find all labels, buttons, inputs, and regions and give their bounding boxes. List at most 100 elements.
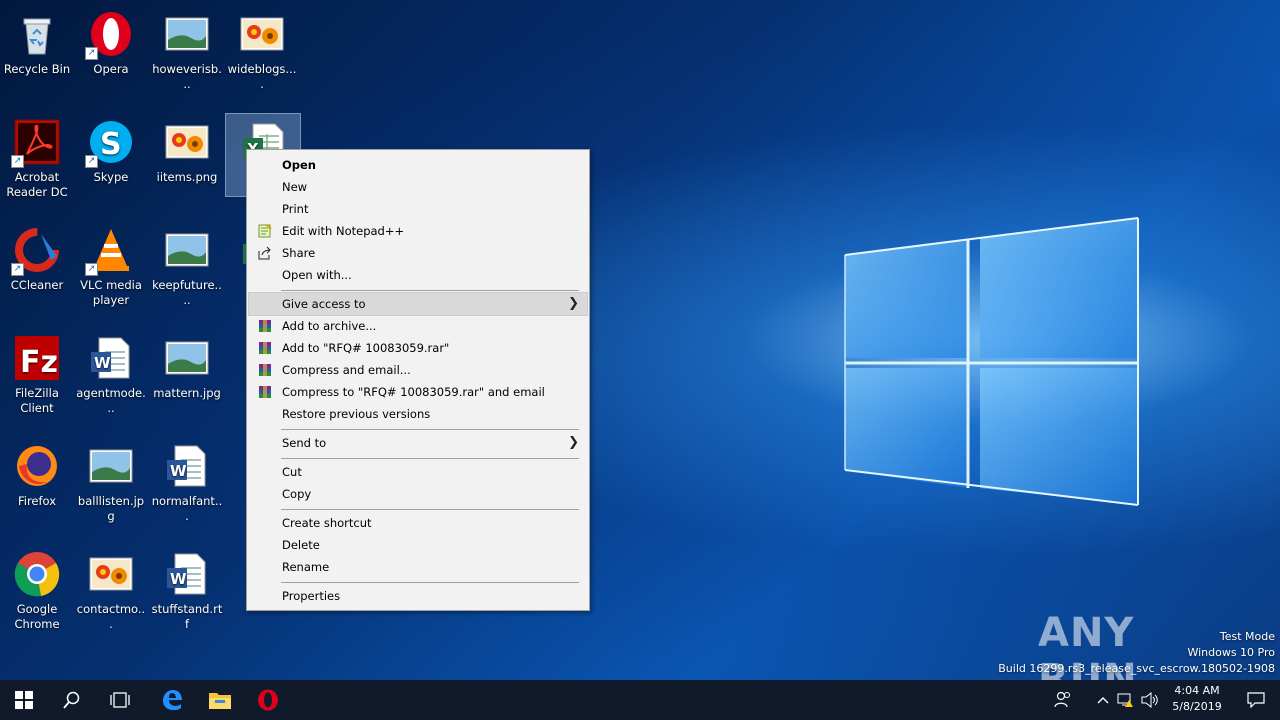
desktop-icon-ccleaner[interactable]: ↗ CCleaner bbox=[0, 220, 74, 293]
clock-date: 5/8/2019 bbox=[1172, 700, 1222, 713]
desktop-icon-label: Acrobat Reader DC bbox=[6, 170, 68, 199]
menu-item-edit-notepadpp[interactable]: Edit with Notepad++ bbox=[249, 220, 587, 242]
menu-item-label: Open bbox=[282, 158, 316, 172]
desktop-icon-firefox[interactable]: Firefox bbox=[0, 436, 74, 509]
taskbar-file-explorer[interactable] bbox=[196, 680, 244, 720]
image-file-icon bbox=[238, 10, 286, 58]
edge-icon bbox=[163, 690, 182, 710]
desktop-icon-label: Recycle Bin bbox=[3, 62, 71, 76]
menu-item-cut[interactable]: Cut bbox=[249, 461, 587, 483]
desktop-icon-label: Opera bbox=[93, 62, 129, 76]
winrar-icon bbox=[259, 386, 271, 398]
image-file-icon bbox=[87, 550, 135, 598]
search-icon bbox=[63, 691, 80, 709]
menu-item-copy[interactable]: Copy bbox=[249, 483, 587, 505]
volume-button[interactable] bbox=[1138, 680, 1162, 720]
network-status[interactable] bbox=[1114, 680, 1138, 720]
menu-item-properties[interactable]: Properties bbox=[249, 585, 587, 607]
desktop-icon-skype[interactable]: S ↗ Skype bbox=[74, 112, 148, 185]
menu-separator bbox=[281, 509, 579, 510]
menu-item-create-shortcut[interactable]: Create shortcut bbox=[249, 512, 587, 534]
desktop-icon-howeverisb[interactable]: howeverisb... bbox=[150, 4, 224, 92]
windows-edition-text: Windows 10 Pro bbox=[1187, 646, 1275, 659]
chevron-right-icon: ❯ bbox=[568, 296, 579, 311]
desktop-icon-label: Firefox bbox=[17, 494, 57, 508]
desktop-icon-label: wideblogs.... bbox=[227, 62, 297, 91]
menu-item-open[interactable]: Open bbox=[249, 154, 587, 176]
menu-item-label: Compress and email... bbox=[282, 363, 411, 377]
volume-icon bbox=[1141, 692, 1158, 708]
desktop-icon-iitems[interactable]: iitems.png bbox=[150, 112, 224, 185]
desktop-icon-label: Google Chrome bbox=[14, 602, 60, 631]
word-file-icon: W bbox=[87, 334, 135, 382]
desktop-icon-balllisten[interactable]: balllisten.jpg bbox=[74, 436, 148, 524]
shortcut-arrow-icon: ↗ bbox=[85, 47, 98, 60]
desktop-icon-label: balllisten.jpg bbox=[77, 494, 145, 523]
people-button[interactable] bbox=[1043, 680, 1083, 720]
menu-item-add-to-archive[interactable]: Add to archive... bbox=[249, 315, 587, 337]
menu-item-send-to[interactable]: Send to ❯ bbox=[249, 432, 587, 454]
desktop-icon-contactmo[interactable]: contactmo... bbox=[74, 544, 148, 632]
skype-icon: S ↗ bbox=[85, 118, 135, 168]
ccleaner-icon: ↗ bbox=[11, 226, 61, 276]
desktop-icon-wideblogs[interactable]: wideblogs.... bbox=[225, 4, 299, 92]
opera-icon bbox=[258, 689, 278, 711]
chevron-up-icon bbox=[1097, 697, 1109, 704]
menu-item-label: Delete bbox=[282, 538, 320, 552]
menu-item-label: Share bbox=[282, 246, 316, 260]
taskbar-edge[interactable] bbox=[148, 680, 196, 720]
desktop-icon-stuffstand[interactable]: W stuffstand.rtf bbox=[150, 544, 224, 632]
notification-icon bbox=[1247, 692, 1265, 708]
desktop[interactable]: Recycle Bin ↗ Acrobat Reader DC ↗ CClean… bbox=[0, 0, 1280, 680]
menu-item-add-to-rar[interactable]: Add to "RFQ# 10083059.rar" bbox=[249, 337, 587, 359]
opera-icon: ↗ bbox=[85, 10, 135, 60]
search-button[interactable] bbox=[48, 680, 96, 720]
taskbar: 4:04 AM 5/8/2019 bbox=[0, 680, 1280, 720]
desktop-icon-label: Skype bbox=[93, 170, 129, 184]
desktop-icon-acrobat[interactable]: ↗ Acrobat Reader DC bbox=[0, 112, 74, 200]
desktop-icon-agentmode[interactable]: W agentmode... bbox=[74, 328, 148, 416]
menu-item-compress-to-rar-email[interactable]: Compress to "RFQ# 10083059.rar" and emai… bbox=[249, 381, 587, 403]
desktop-icon-keepfuture[interactable]: keepfuture.... bbox=[150, 220, 224, 308]
menu-item-restore-previous-versions[interactable]: Restore previous versions bbox=[249, 403, 587, 425]
context-menu: Open New Print Edit with Notepad++ Share… bbox=[246, 149, 590, 611]
notepadpp-icon bbox=[258, 224, 272, 238]
chevron-right-icon: ❯ bbox=[568, 435, 579, 450]
menu-item-print[interactable]: Print bbox=[249, 198, 587, 220]
desktop-icon-label: VLC media player bbox=[80, 278, 142, 307]
desktop-icon-label: CCleaner bbox=[10, 278, 64, 292]
desktop-icon-vlc[interactable]: ↗ VLC media player bbox=[74, 220, 148, 308]
action-center-button[interactable] bbox=[1232, 680, 1280, 720]
taskbar-opera[interactable] bbox=[244, 680, 292, 720]
desktop-icon-chrome[interactable]: Google Chrome bbox=[0, 544, 74, 632]
start-button[interactable] bbox=[0, 680, 48, 720]
svg-text:S: S bbox=[100, 127, 122, 162]
test-mode-text: Test Mode bbox=[1219, 630, 1275, 643]
svg-text:W: W bbox=[170, 462, 187, 480]
menu-item-label: Add to "RFQ# 10083059.rar" bbox=[282, 341, 450, 355]
task-view-icon bbox=[110, 692, 130, 708]
desktop-icon-filezilla[interactable]: Fz FileZilla Client bbox=[0, 328, 74, 416]
windows-start-icon bbox=[15, 691, 33, 709]
svg-text:W: W bbox=[94, 354, 111, 372]
desktop-icon-recycle-bin[interactable]: Recycle Bin bbox=[0, 4, 74, 77]
desktop-icon-normalfant[interactable]: W normalfant... bbox=[150, 436, 224, 524]
menu-item-open-with[interactable]: Open with... bbox=[249, 264, 587, 286]
menu-item-new[interactable]: New bbox=[249, 176, 587, 198]
menu-item-give-access-to[interactable]: Give access to ❯ bbox=[248, 292, 588, 316]
menu-item-delete[interactable]: Delete bbox=[249, 534, 587, 556]
menu-separator bbox=[281, 429, 579, 430]
menu-item-share[interactable]: Share bbox=[249, 242, 587, 264]
show-hidden-icons-button[interactable] bbox=[1092, 680, 1114, 720]
image-file-icon bbox=[163, 118, 211, 166]
menu-item-label: Open with... bbox=[282, 268, 352, 282]
desktop-icon-opera[interactable]: ↗ Opera bbox=[74, 4, 148, 77]
menu-item-label: Copy bbox=[282, 487, 312, 501]
menu-item-rename[interactable]: Rename bbox=[249, 556, 587, 578]
task-view-button[interactable] bbox=[96, 680, 144, 720]
menu-item-compress-email[interactable]: Compress and email... bbox=[249, 359, 587, 381]
system-clock[interactable]: 4:04 AM 5/8/2019 bbox=[1162, 683, 1232, 715]
shortcut-arrow-icon: ↗ bbox=[11, 155, 24, 168]
desktop-icon-label: agentmode... bbox=[76, 386, 146, 415]
desktop-icon-mattern[interactable]: mattern.jpg bbox=[150, 328, 224, 401]
